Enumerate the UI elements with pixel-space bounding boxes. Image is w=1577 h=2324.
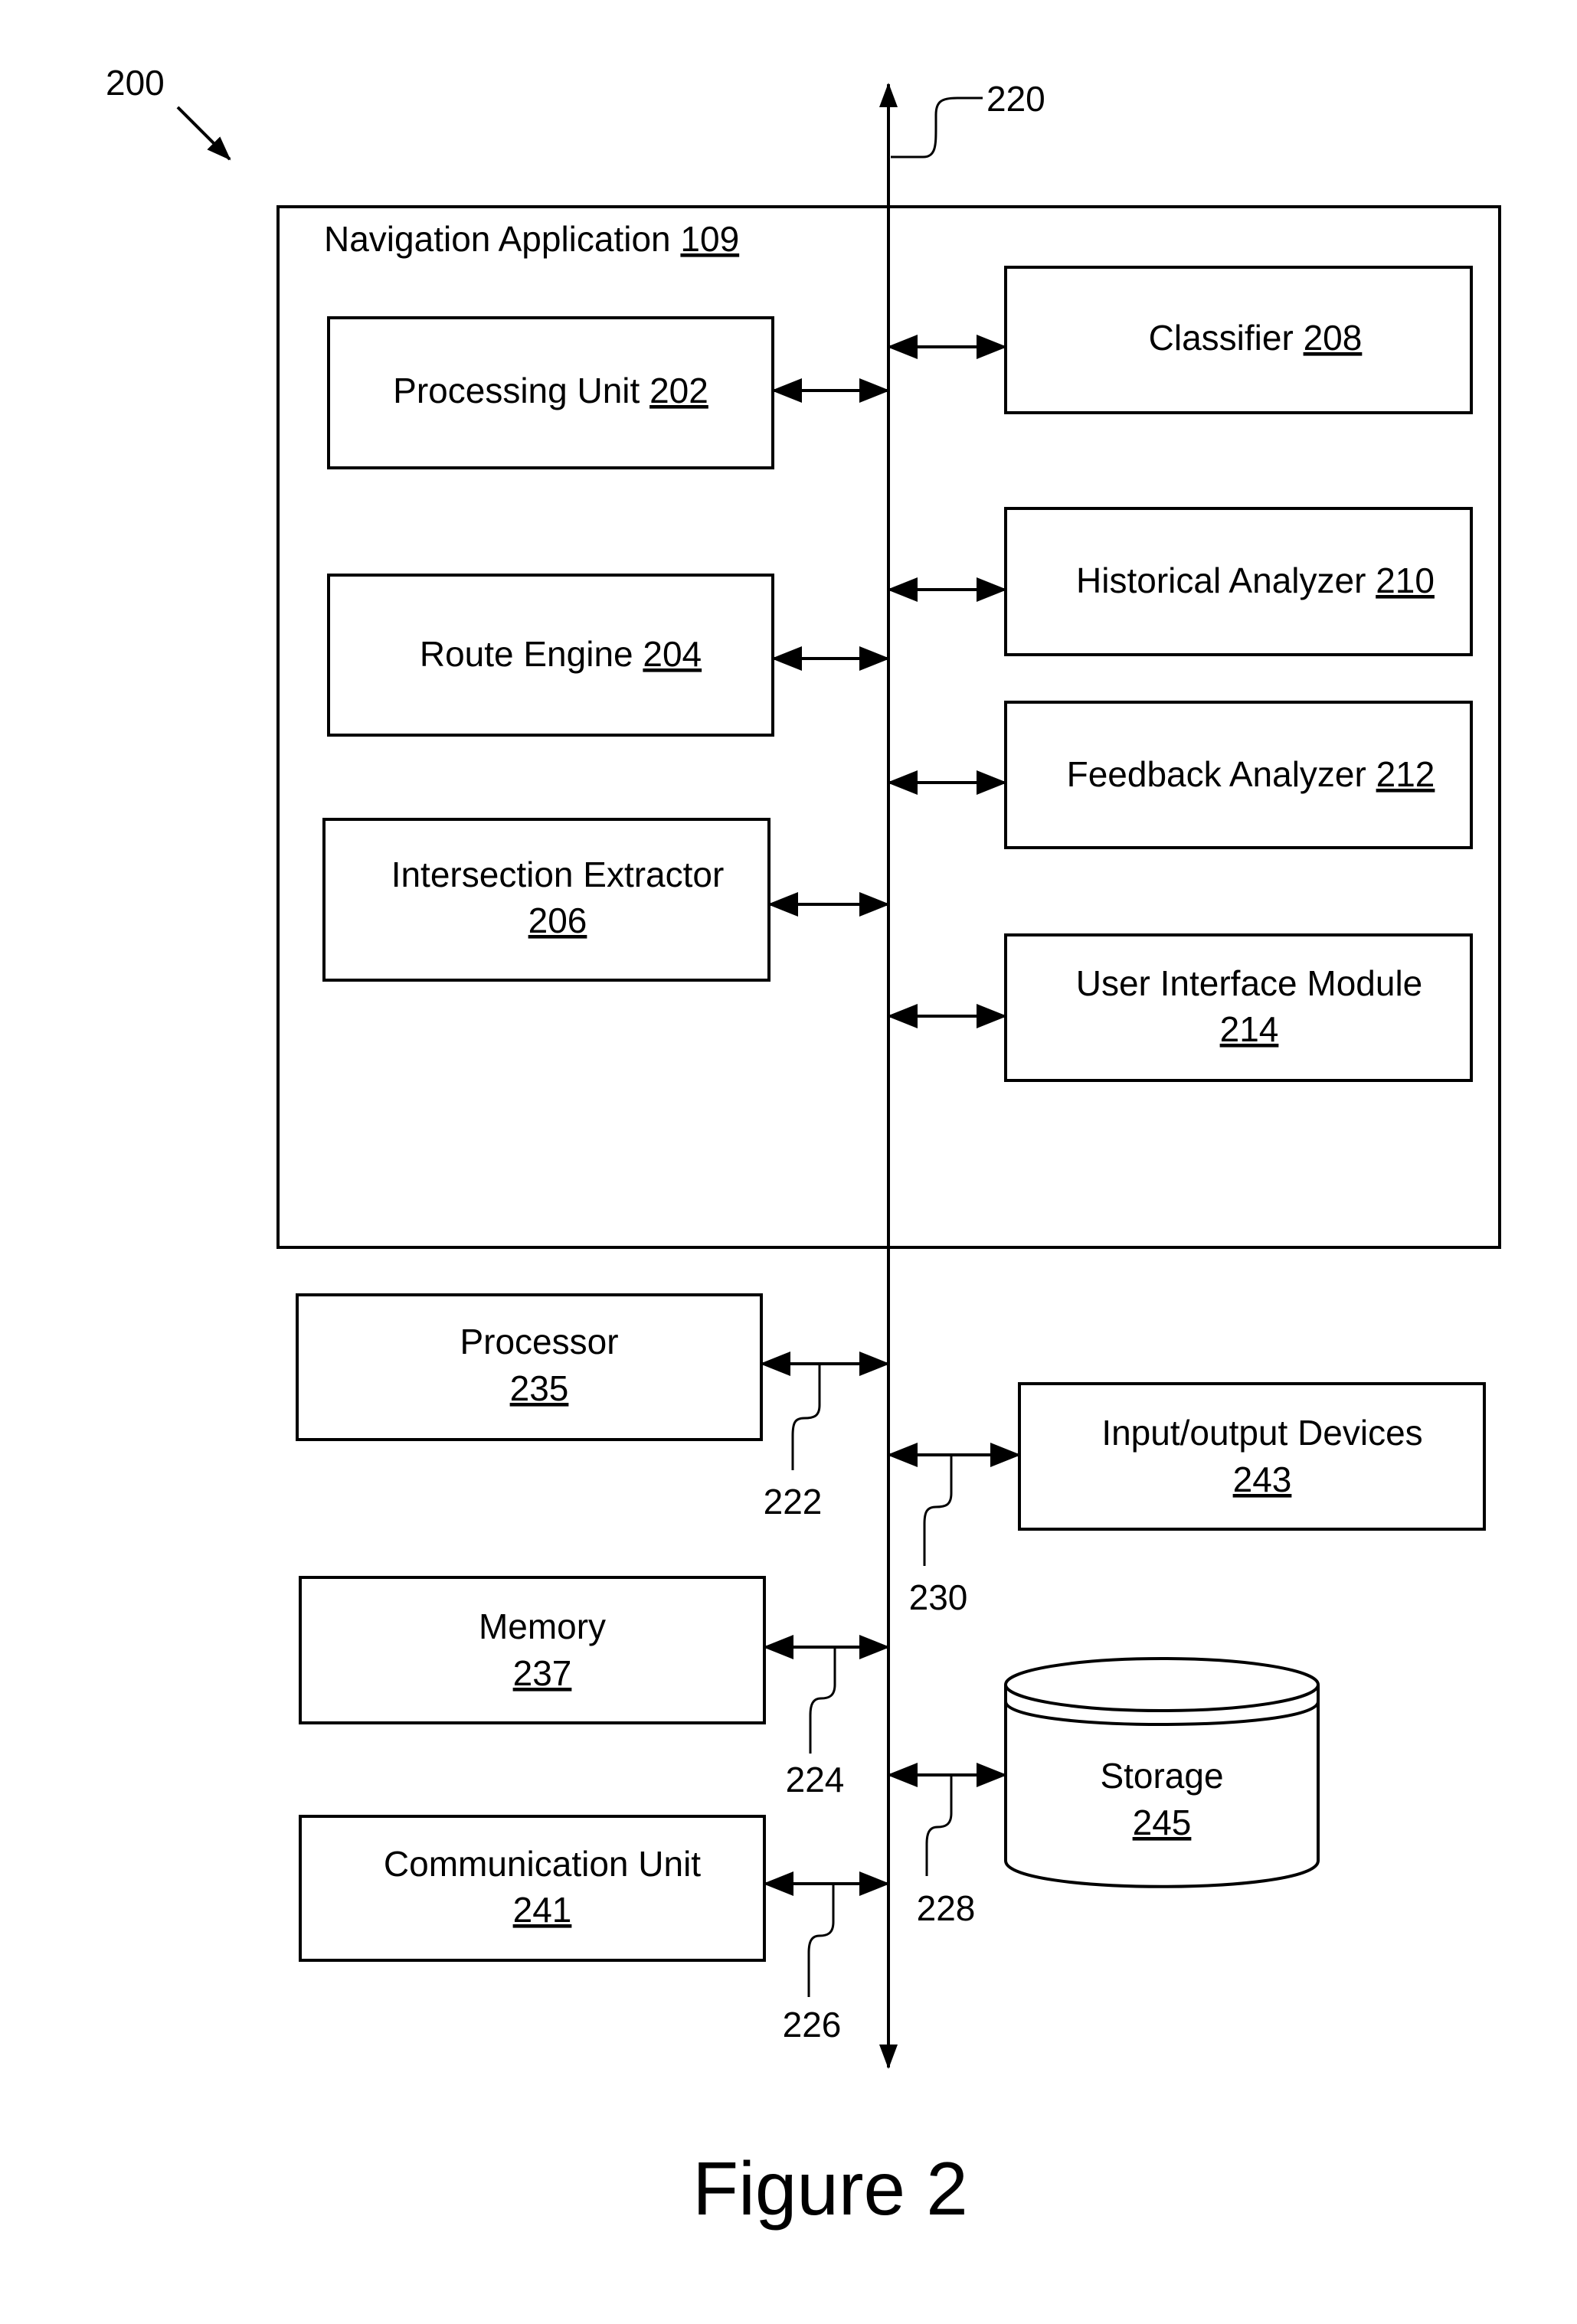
svg-text:245: 245 bbox=[1133, 1803, 1192, 1842]
svg-text:User Interface Module: User Interface Module bbox=[1076, 963, 1423, 1003]
io-devices-link-label: 230 bbox=[909, 1577, 968, 1617]
storage-link-label: 228 bbox=[917, 1888, 976, 1928]
svg-text:Route Engine 204: Route Engine 204 bbox=[420, 634, 702, 674]
processing-unit-module: Processing Unit 202 bbox=[327, 316, 774, 469]
svg-text:243: 243 bbox=[1233, 1459, 1292, 1499]
io-devices-link-leader bbox=[923, 1455, 953, 1566]
storage-link-leader bbox=[925, 1775, 953, 1876]
svg-text:237: 237 bbox=[513, 1653, 572, 1693]
svg-text:Storage: Storage bbox=[1100, 1756, 1223, 1796]
feedback-analyzer-module: Feedback Analyzer 212 bbox=[1004, 701, 1473, 849]
memory-link-label: 224 bbox=[786, 1760, 845, 1799]
processor-block: Processor 235 bbox=[296, 1293, 763, 1441]
historical-analyzer-module: Historical Analyzer 210 bbox=[1004, 507, 1473, 656]
memory-block: Memory 237 bbox=[299, 1576, 766, 1724]
storage-block: Storage 245 bbox=[1004, 1657, 1320, 1888]
user-interface-module: User Interface Module 214 bbox=[1004, 933, 1473, 1082]
processor-link-leader bbox=[791, 1364, 821, 1470]
figure-caption: Figure 2 bbox=[692, 2146, 968, 2231]
svg-text:235: 235 bbox=[510, 1368, 569, 1408]
svg-text:206: 206 bbox=[528, 901, 587, 940]
figure-ref-arrow bbox=[176, 106, 231, 161]
bus-leader bbox=[891, 96, 983, 159]
svg-text:Intersection Extractor: Intersection Extractor bbox=[391, 855, 725, 894]
svg-text:Historical Analyzer 210: Historical Analyzer 210 bbox=[1076, 561, 1435, 600]
svg-text:214: 214 bbox=[1220, 1009, 1279, 1049]
communication-unit-link-label: 226 bbox=[783, 2005, 842, 2045]
svg-text:Feedback Analyzer 212: Feedback Analyzer 212 bbox=[1067, 754, 1435, 794]
memory-link-leader bbox=[809, 1647, 836, 1754]
svg-text:Processor: Processor bbox=[460, 1322, 618, 1361]
bus-label: 220 bbox=[986, 79, 1045, 119]
svg-text:Classifier 208: Classifier 208 bbox=[1149, 318, 1363, 358]
svg-text:Processing Unit 202: Processing Unit 202 bbox=[393, 371, 708, 410]
svg-text:Input/output Devices: Input/output Devices bbox=[1101, 1413, 1422, 1453]
svg-text:Memory: Memory bbox=[479, 1607, 606, 1646]
processor-link-label: 222 bbox=[764, 1482, 823, 1522]
svg-text:Communication Unit: Communication Unit bbox=[384, 1844, 701, 1884]
intersection-extractor-module: Intersection Extractor 206 bbox=[322, 818, 771, 982]
figure-ref-label: 200 bbox=[106, 63, 165, 103]
io-devices-block: Input/output Devices 243 bbox=[1018, 1382, 1486, 1531]
route-engine-module: Route Engine 204 bbox=[327, 574, 774, 737]
communication-unit-link-leader bbox=[807, 1884, 835, 1997]
classifier-module: Classifier 208 bbox=[1004, 266, 1473, 414]
communication-unit-block: Communication Unit 241 bbox=[299, 1815, 766, 1962]
svg-text:241: 241 bbox=[513, 1890, 572, 1930]
navigation-application-title: Navigation Application 109 bbox=[324, 219, 739, 259]
system-diagram: 200 Navigation Application 109 220 Proce… bbox=[106, 63, 1501, 2231]
